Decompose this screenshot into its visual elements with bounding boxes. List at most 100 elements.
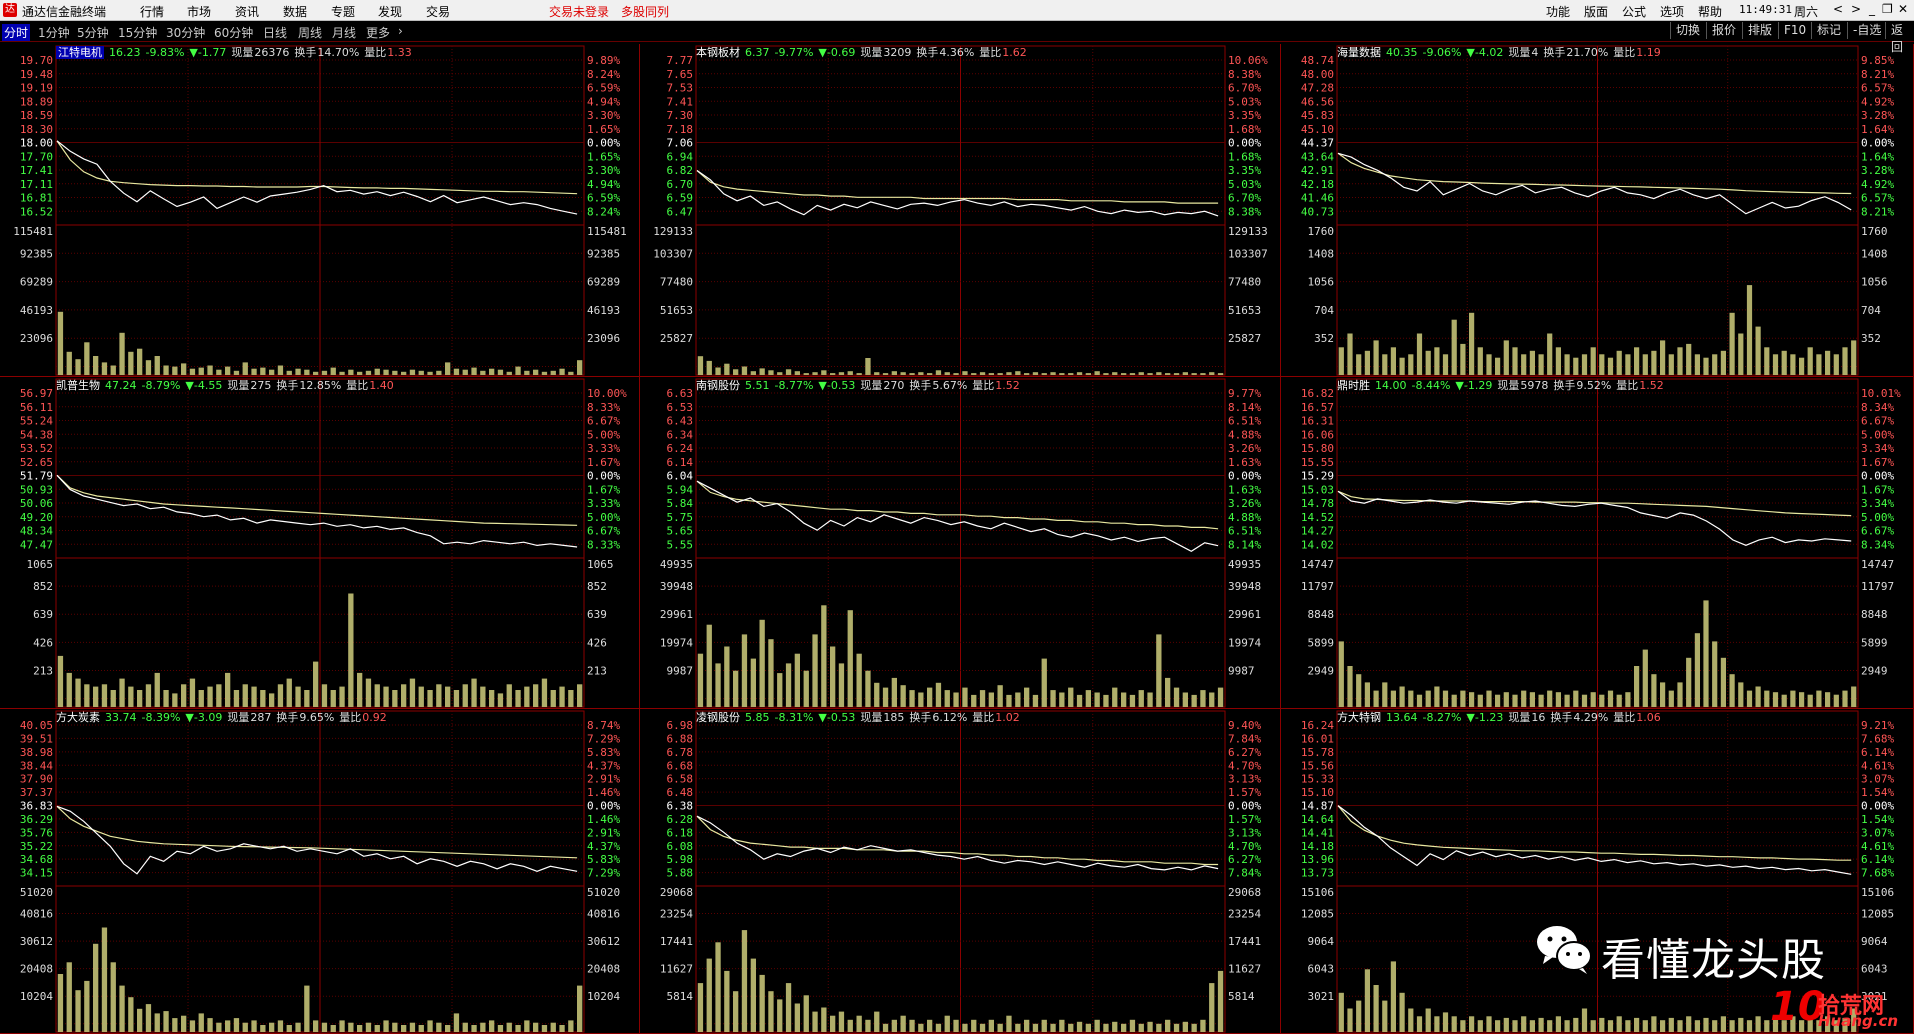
close-icon[interactable]: ✕ (1898, 2, 1908, 16)
volume-bar (821, 370, 827, 375)
tab-5min[interactable]: 5分钟 (77, 24, 109, 41)
tab-more[interactable]: 更多 (366, 24, 390, 41)
menu-item[interactable]: 行情 (140, 3, 164, 20)
volume-bar (1156, 634, 1162, 707)
volume-bar (339, 1020, 345, 1032)
volume-bar (1764, 347, 1770, 375)
volume-axis-label: 5899 (1861, 636, 1888, 649)
intraday-chart[interactable]: 56.9756.1155.2454.3853.5252.6551.7950.93… (0, 377, 640, 709)
menu-item[interactable]: 专题 (331, 3, 355, 20)
forward-arrow-icon[interactable]: > (1851, 2, 1861, 16)
pct-axis-label: 5.00% (1861, 428, 1894, 441)
price-axis-label: 15.03 (1301, 483, 1334, 496)
quote-button[interactable]: 报价 (1706, 22, 1741, 39)
mark-button[interactable]: 标记 (1811, 22, 1846, 39)
back-button[interactable]: 返回 (1885, 22, 1914, 54)
volume-bar (1486, 1016, 1492, 1032)
back-arrow-icon[interactable]: < (1833, 2, 1843, 16)
login-status-link[interactable]: 交易未登录 (549, 3, 609, 20)
stock-panel[interactable]: 16.82 16.57 16.31 16.06 15.80 15.55 15.29 15.03… (1281, 377, 1914, 709)
menu-item[interactable]: 市场 (187, 3, 211, 20)
stock-name[interactable]: 江特电机 (56, 46, 104, 59)
menu-item[interactable]: 数据 (283, 3, 307, 20)
volume-bar (1094, 692, 1100, 707)
tab-1min[interactable]: 1分钟 (38, 24, 70, 41)
volume-bar (838, 663, 845, 707)
pct-axis-label: 9.21% (1861, 719, 1894, 732)
pct-axis-label: 6.59% (587, 82, 620, 95)
tab-15min[interactable]: 15分钟 (118, 24, 157, 41)
menu-item-right[interactable]: 版面 (1584, 3, 1608, 20)
switch-button[interactable]: 切换 (1670, 22, 1705, 39)
intraday-chart[interactable]: 7.777.657.537.417.307.187.066.946.826.70… (640, 44, 1281, 377)
volume-bar (330, 367, 336, 375)
pct-axis-label: 4.92% (1861, 178, 1894, 191)
menu-item[interactable]: 发现 (378, 3, 402, 20)
stock-name[interactable]: 方大炭素 (56, 711, 100, 724)
stock-name[interactable]: 海量数据 (1337, 46, 1381, 59)
menu-item-right[interactable]: 公式 (1622, 3, 1646, 20)
stock-panel[interactable]: 48.74 48.00 47.28 46.56 45.83 45.10 44.37 43.64… (1281, 44, 1914, 377)
intraday-chart[interactable]: 19.7019.4819.1918.8918.5918.3018.0017.70… (0, 44, 640, 377)
stock-panel[interactable]: 19.70 19.48 19.19 18.89 18.59 18.30 18.00 17.70… (0, 44, 640, 377)
volume-bar (163, 1011, 169, 1032)
ratio-label: 量比 (1616, 379, 1639, 392)
volume-bar (1547, 1020, 1553, 1032)
volume-axis-label: 10204 (587, 990, 620, 1003)
pct-axis-label: 1.64% (1861, 123, 1894, 136)
stock-panel[interactable]: 6.63 6.53 6.43 6.34 6.24 6.14 6.04 5.94 5.84 5.75… (640, 377, 1281, 709)
menu-item-right[interactable]: 选项 (1660, 3, 1684, 20)
tab-daily[interactable]: 日线 (263, 24, 287, 41)
price-axis-label: 18.30 (20, 123, 53, 136)
intraday-chart[interactable]: 6.636.536.436.346.246.146.045.945.845.75… (640, 377, 1281, 709)
restore-icon[interactable]: ❐ (1882, 2, 1893, 16)
pct-axis-label: 4.88% (1228, 428, 1261, 441)
volume-bar (471, 1025, 477, 1032)
volume-bar (559, 368, 565, 375)
tab-monthly[interactable]: 月线 (332, 24, 356, 41)
stock-panel[interactable]: 7.77 7.65 7.53 7.41 7.30 7.18 7.06 6.94 6.82 6.70… (640, 44, 1281, 377)
menu-item-right[interactable]: 帮助 (1698, 3, 1722, 20)
volume-bar (1347, 666, 1353, 707)
menu-item[interactable]: 资讯 (235, 3, 259, 20)
volume-bar (145, 360, 152, 375)
volume-bar (1129, 1019, 1136, 1032)
f10-button[interactable]: F10 (1778, 22, 1811, 39)
minimize-icon[interactable]: _ (1869, 2, 1875, 16)
volume-bar (137, 348, 143, 375)
volume-label: 现量 (1508, 46, 1531, 59)
watchlist-button[interactable]: -自选 (1847, 22, 1886, 39)
tab-intraday[interactable]: 分时 (2, 24, 31, 41)
stock-name[interactable]: 方大特钢 (1337, 711, 1381, 724)
stock-name[interactable]: 凌钢股份 (696, 711, 740, 724)
multi-stock-link[interactable]: 多股同列 (621, 3, 669, 20)
stock-panel[interactable]: 6.98 6.88 6.78 6.68 6.58 6.48 6.38 6.28 6.18 6.08… (640, 709, 1281, 1034)
intraday-chart[interactable]: 40.0539.5138.9838.4437.9037.3736.8336.29… (0, 709, 640, 1034)
tab-30min[interactable]: 30分钟 (166, 24, 205, 41)
stock-panel[interactable]: 56.97 56.11 55.24 54.38 53.52 52.65 51.79 50.93… (0, 377, 640, 709)
layout-button[interactable]: 排版 (1742, 22, 1777, 39)
stock-name[interactable]: 凯普生物 (56, 379, 100, 392)
menu-item-right[interactable]: 功能 (1546, 3, 1570, 20)
ratio-value: 1.33 (387, 46, 412, 59)
volume-bar (418, 370, 424, 375)
menu-item[interactable]: 交易 (426, 3, 450, 20)
volume-bar (1094, 371, 1100, 375)
intraday-chart[interactable]: 6.986.886.786.686.586.486.386.286.186.08… (640, 709, 1281, 1034)
price-axis-label: 47.28 (1301, 82, 1334, 95)
chevron-right-icon[interactable]: › (398, 24, 403, 38)
volume-axis-label: 8848 (1308, 608, 1335, 621)
volume-bar (559, 686, 565, 707)
intraday-chart[interactable]: 16.8216.5716.3116.0615.8015.5515.2915.03… (1281, 377, 1914, 709)
volume-bar (785, 983, 792, 1032)
volume-bar (1720, 350, 1726, 375)
tab-60min[interactable]: 60分钟 (214, 24, 253, 41)
tab-weekly[interactable]: 周线 (298, 24, 322, 41)
stock-name[interactable]: 南钢股份 (696, 379, 740, 392)
intraday-chart[interactable]: 48.7448.0047.2846.5645.8345.1044.3743.64… (1281, 44, 1914, 377)
stock-name[interactable]: 本钢板材 (696, 46, 740, 59)
stock-name[interactable]: 鼎时胜 (1337, 379, 1370, 392)
pct-axis-label: 6.70% (1228, 82, 1261, 95)
price-axis-label: 7.41 (667, 95, 694, 108)
stock-panel[interactable]: 40.05 39.51 38.98 38.44 37.90 37.37 36.83 36.29… (0, 709, 640, 1034)
